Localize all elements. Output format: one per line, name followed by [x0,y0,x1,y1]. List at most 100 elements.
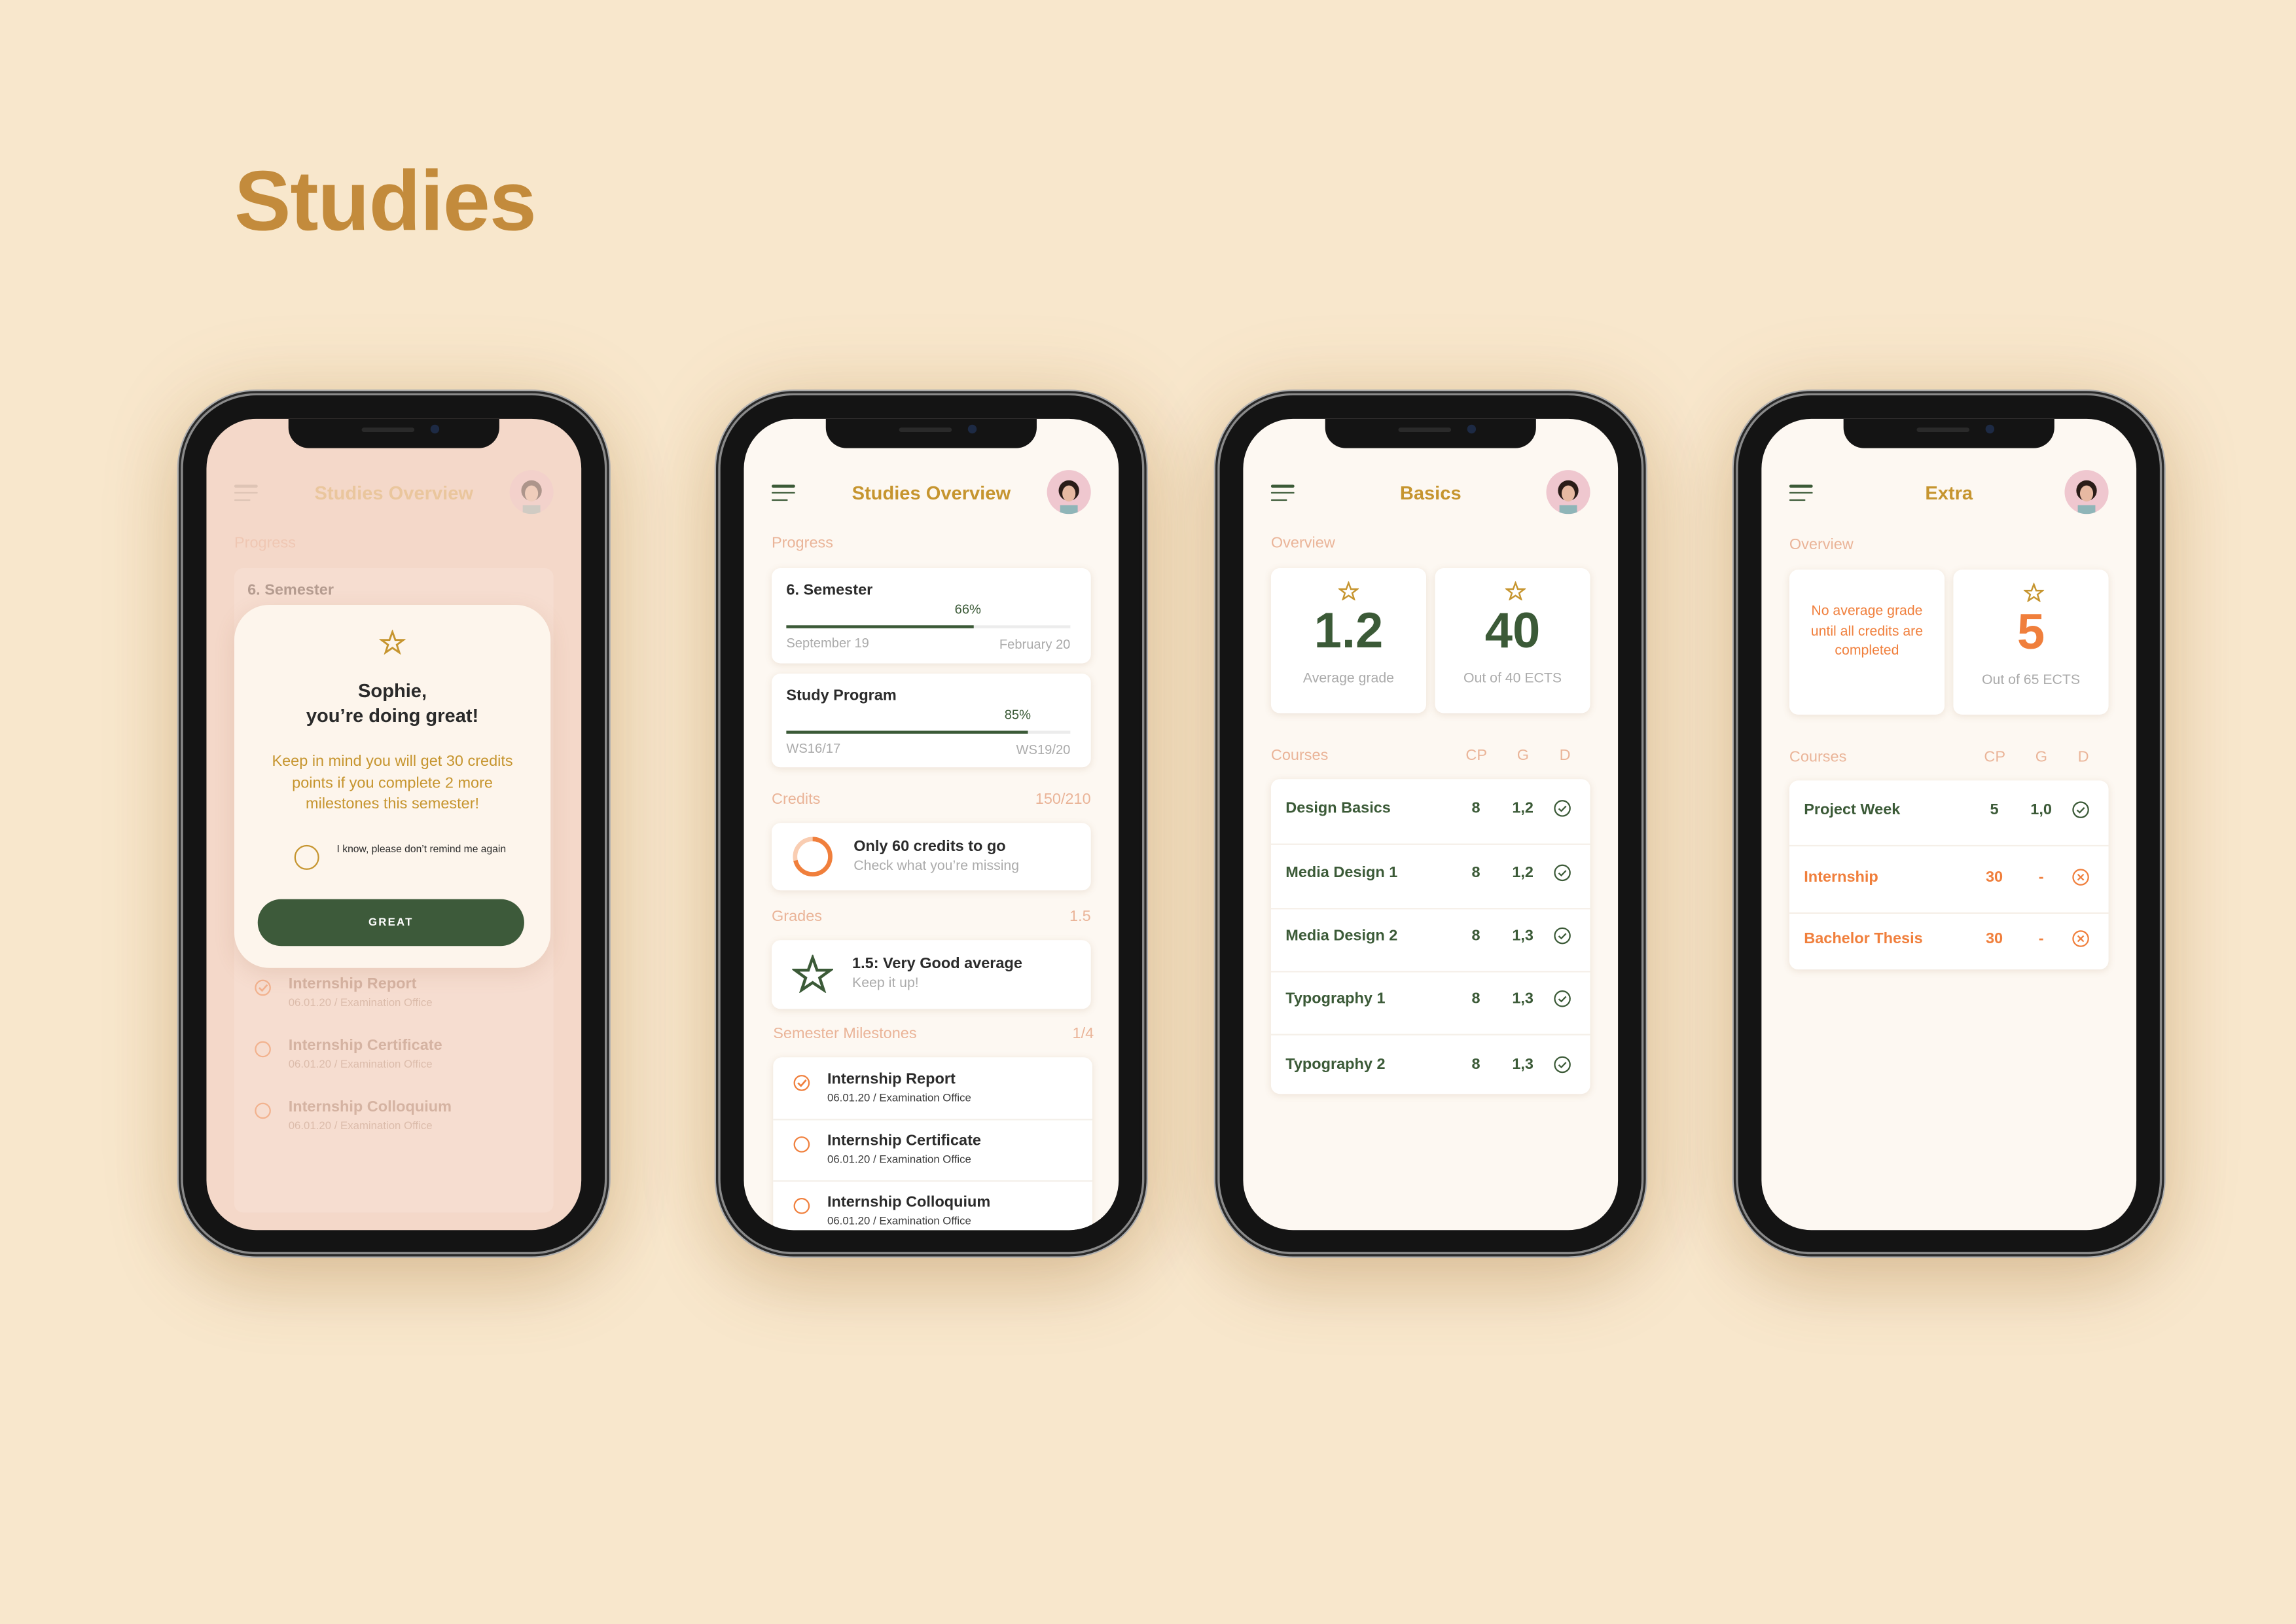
phone-studies-overview: Studies Overview Progress 6. Semester 66… [720,395,1143,1252]
program-name: Study Program [786,687,897,705]
avatar[interactable] [1047,470,1091,514]
course-name: Typography 1 [1285,990,1386,1008]
great-button[interactable]: GREAT [257,899,524,947]
empty-circle-icon [255,1102,271,1119]
table-row[interactable]: Media Design 2 8 1,3 [1270,907,1590,973]
modal-body: Keep in mind you will get 30 credits poi… [272,752,513,813]
milestone-title: Internship Colloquium [827,1193,991,1212]
course-name: Design Basics [1285,799,1391,818]
semester-name: 6. Semester [247,581,334,600]
course-grade: 1,3 [1512,1056,1534,1074]
ects-label: Out of 40 ECTS [1463,670,1562,687]
course-grade: - [2038,868,2044,886]
grades-card[interactable]: 1.5: Very Good average Keep it up! [772,940,1091,1009]
program-progress-card[interactable]: Study Program 85% WS16/17 WS19/20 [772,674,1091,768]
column-header-d: D [2077,748,2089,767]
course-name: Internship [1804,868,1878,886]
star-icon [379,629,406,655]
course-cp: 8 [1471,1056,1480,1074]
section-label-overview: Overview [1270,534,1335,552]
no-grade-card: No average grade until all credits are c… [1789,569,1945,715]
x-circle-icon [2072,869,2090,891]
course-name: Media Design 1 [1285,863,1398,882]
notch [288,418,499,448]
list-item[interactable]: Internship Certificate 06.01.20 / Examin… [234,1024,554,1085]
course-cp: 8 [1471,927,1480,945]
grades-title: 1.5: Very Good average [852,954,1022,973]
dont-remind-checkbox[interactable] [294,844,319,870]
course-grade: 1,3 [1512,990,1534,1008]
avatar[interactable] [2064,470,2109,514]
table-row[interactable]: Design Basics 8 1,2 [1270,779,1590,845]
milestones-count: 1/4 [1072,1025,1094,1043]
checked-circle-icon [793,1075,810,1091]
program-start: WS16/17 [786,741,841,756]
milestone-sub: 06.01.20 / Examination Office [827,1152,971,1166]
list-item[interactable]: Internship Colloquium 06.01.20 / Examina… [773,1180,1092,1230]
empty-circle-icon [255,1041,271,1058]
milestone-title: Internship Certificate [288,1036,442,1055]
empty-circle-icon [793,1136,810,1153]
phone-extra: Extra Overview No average grade until al… [1738,395,2160,1252]
modal-heading: Sophie, you’re doing great! [234,678,550,728]
table-row[interactable]: Typography 2 8 1,3 [1271,1036,1590,1100]
milestones-card: Internship Report 06.01.20 / Examination… [773,1057,1092,1231]
congrats-modal: Sophie, you’re doing great! Keep in mind … [234,604,551,968]
ects-value: 40 [1484,603,1541,659]
list-item[interactable]: Internship Certificate 06.01.20 / Examin… [773,1119,1092,1182]
semester-start: September 19 [786,635,869,651]
average-grade-card: 1.2 Average grade [1270,568,1427,713]
heading-line: Sophie, [358,679,427,702]
no-grade-message: No average grade until all credits are c… [1810,603,1924,659]
table-row[interactable]: Project Week 5 1,0 [1789,780,2109,847]
avatar[interactable] [1546,470,1590,514]
checkbox-label: I know, please don’t remind me again [336,844,507,856]
semester-progress-bar [786,625,1071,628]
semester-percent: 66% [954,602,981,617]
program-progress-bar [786,731,1071,734]
ects-card: 40 Out of 40 ECTS [1435,568,1590,713]
list-item[interactable]: Internship Report 06.01.20 / Examination… [234,962,554,1024]
average-grade-label: Average grade [1302,670,1394,687]
milestone-title: Internship Report [288,975,417,993]
section-label-progress: Progress [234,534,296,552]
notch [1325,418,1536,448]
section-label-overview: Overview [1789,535,1854,554]
section-label-courses: Courses [1789,748,1847,767]
checked-circle-icon [255,979,271,996]
column-header-g: G [2035,748,2047,767]
screen: Studies Overview Progress 6. Semester 66… [744,418,1119,1231]
table-row[interactable]: Bachelor Thesis 30 - [1789,909,2109,973]
table-row[interactable]: Internship 30 - [1789,848,2109,914]
average-grade-value: 1.2 [1314,603,1384,659]
list-item[interactable]: Internship Report 06.01.20 / Examination… [773,1057,1092,1121]
star-icon [1505,581,1526,601]
ects-label: Out of 65 ECTS [1981,672,2081,689]
grades-sub: Keep it up! [852,975,919,992]
avatar[interactable] [509,470,554,514]
milestone-sub: 06.01.20 / Examination Office [288,1057,433,1071]
semester-progress-card[interactable]: 6. Semester 66% September 19 February 20 [772,568,1091,664]
credits-title: Only 60 credits to go [853,837,1006,856]
table-row[interactable]: Media Design 1 8 1,2 [1270,844,1590,910]
check-circle-icon [1554,800,1571,822]
course-grade: 1,3 [1512,927,1534,945]
credits-value: 150/210 [1035,791,1091,808]
milestone-title: Internship Colloquium [288,1098,452,1116]
course-cp: 8 [1471,799,1480,818]
section-label-courses: Courses [1270,746,1329,765]
check-circle-icon [2072,801,2090,823]
milestone-sub: 06.01.20 / Examination Office [827,1091,971,1104]
program-end: WS19/20 [1016,742,1071,757]
list-item[interactable]: Internship Colloquium 06.01.20 / Examina… [234,1085,554,1147]
semester-end: February 20 [999,637,1071,652]
milestone-title: Internship Report [827,1070,956,1089]
grades-value: 1.5 [1069,908,1091,926]
table-row[interactable]: Typography 1 8 1,3 [1270,969,1590,1036]
credits-card[interactable]: Only 60 credits to go Check what you’re … [772,823,1091,891]
notch [825,418,1037,448]
page-title: Studies [234,153,537,249]
empty-circle-icon [793,1198,810,1214]
check-circle-icon [1554,1056,1571,1078]
screen: Extra Overview No average grade until al… [1761,418,2137,1231]
